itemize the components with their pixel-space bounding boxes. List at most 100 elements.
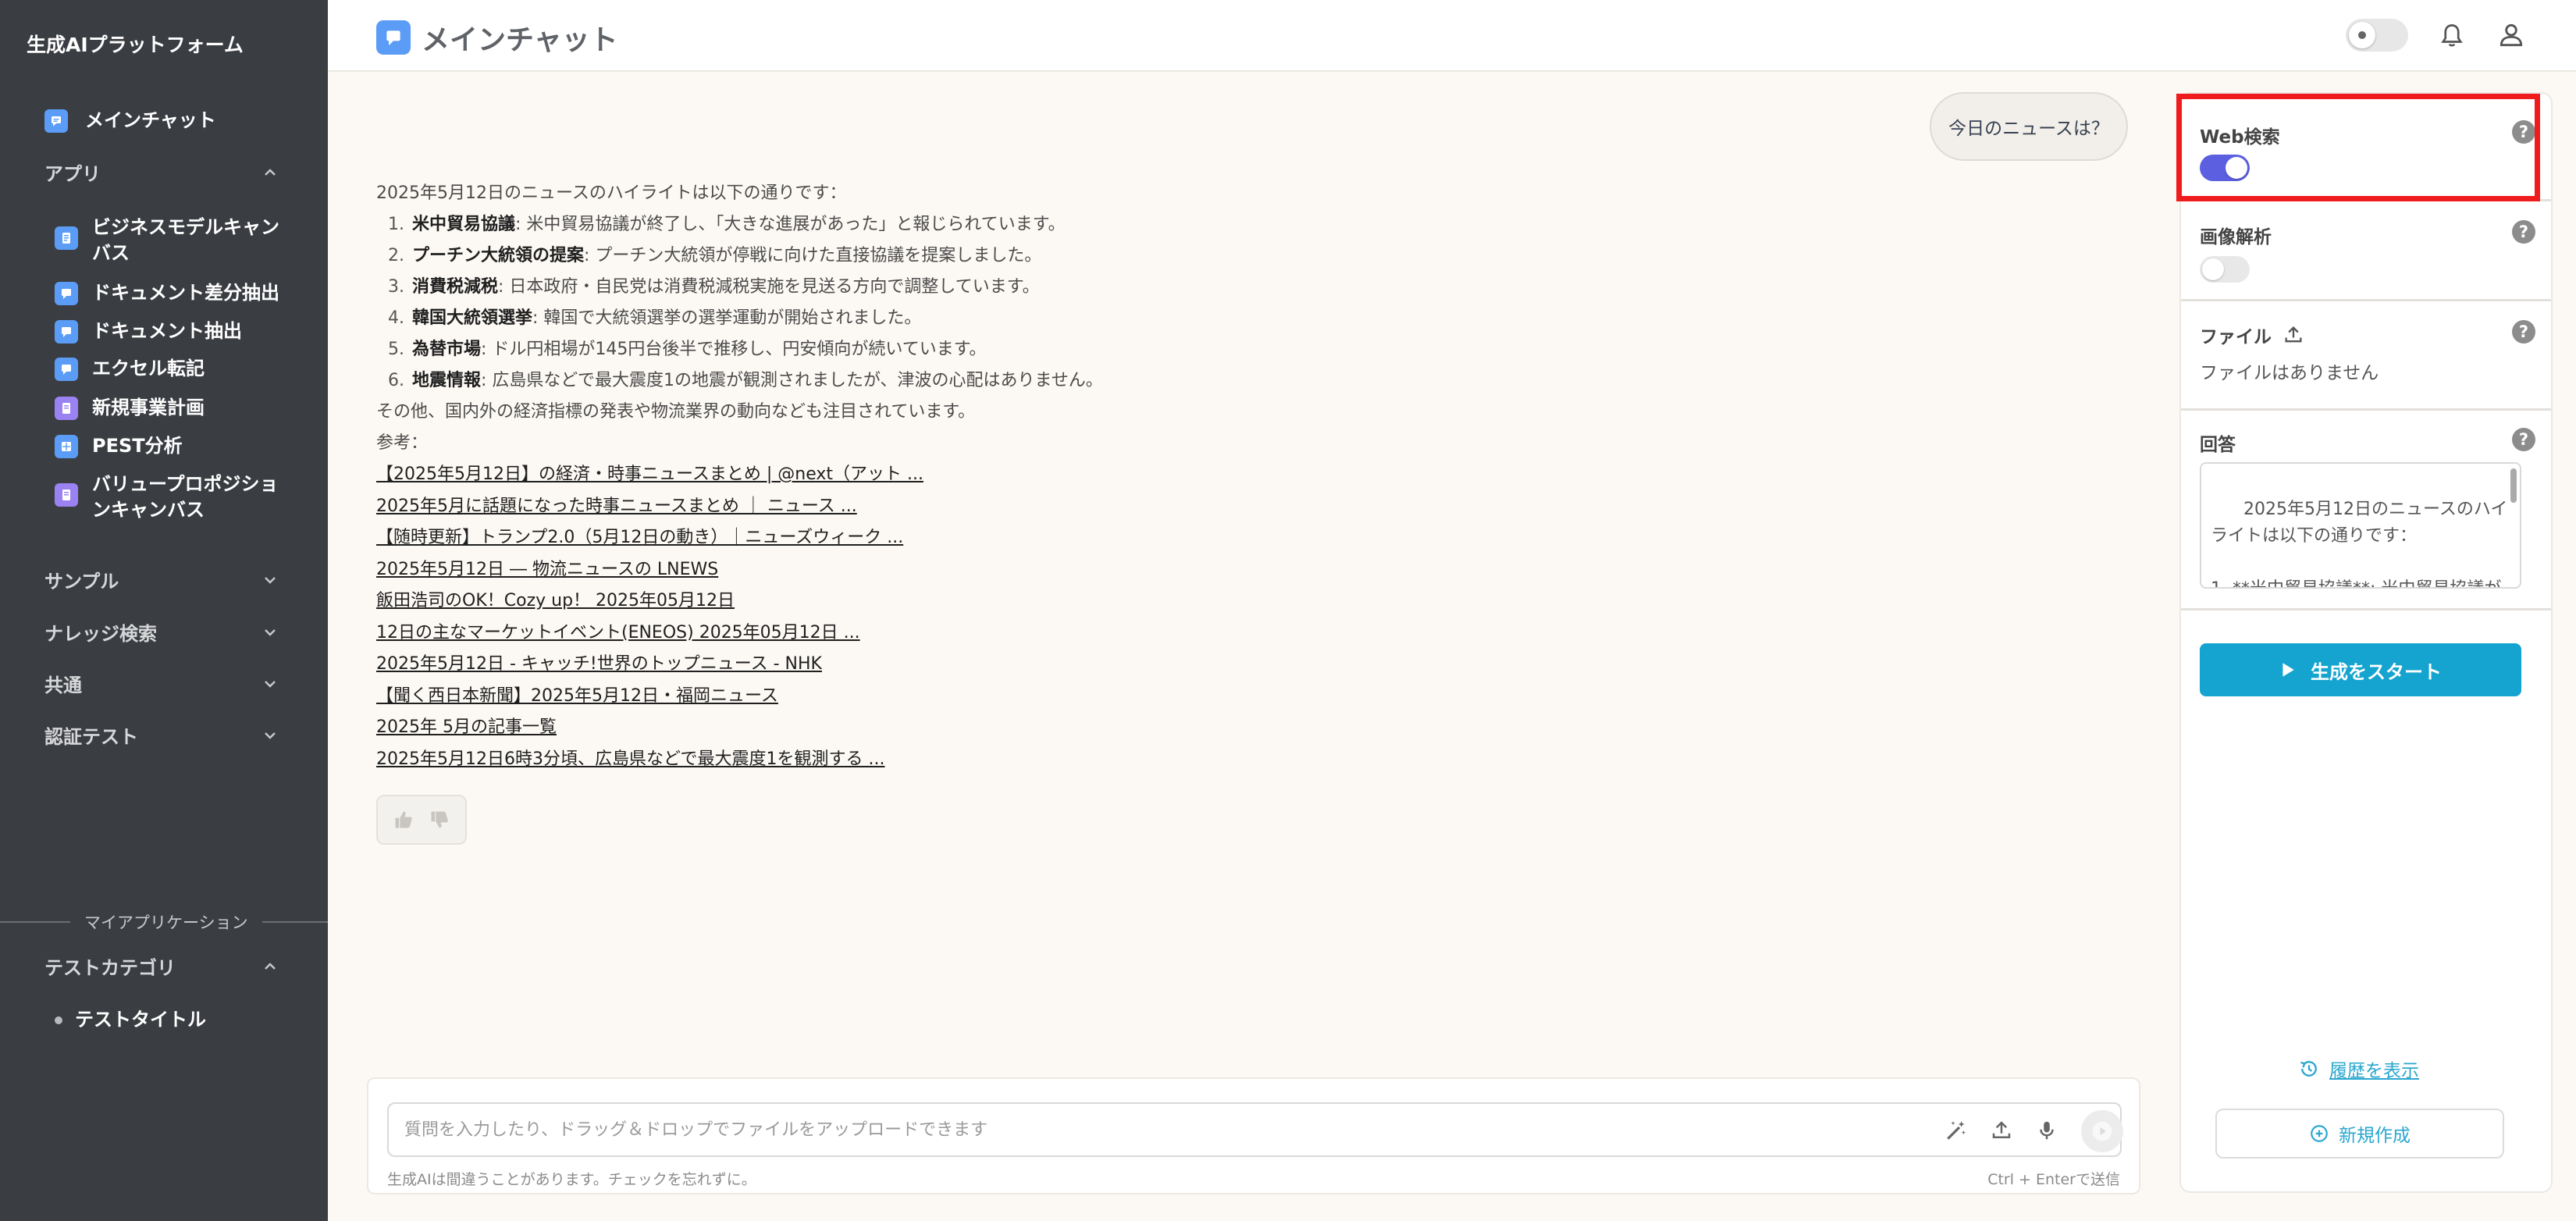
sidebar-item-label: PEST分析 [92, 435, 183, 457]
microphone-icon[interactable] [2033, 1116, 2061, 1144]
help-icon[interactable]: ? [2512, 320, 2535, 344]
file-empty-text: ファイルはありません [2200, 363, 2379, 383]
image-analysis-toggle[interactable] [2200, 256, 2250, 283]
history-icon [2300, 1061, 2317, 1077]
news-list: 1. 米中貿易協議: 米中貿易協議が終了し、「大きな進展があった」と報じられていま… [376, 209, 1547, 397]
bell-icon[interactable] [2438, 22, 2466, 50]
plus-circle-icon [2311, 1125, 2328, 1142]
reference-link[interactable]: 2025年 5月の記事一覧 [376, 712, 1547, 744]
reference-link[interactable]: 飯田浩司のOK！Cozy up！ 2025年05月12日 [376, 586, 1547, 618]
brand-title: 生成AIプラットフォーム [27, 34, 244, 56]
send-button[interactable] [2081, 1110, 2123, 1152]
sidebar-section-test-category[interactable]: テストカテゴリ [44, 952, 279, 980]
sidebar-item-label: テストタイトル [75, 1009, 206, 1031]
start-generation-button[interactable]: 生成をスタート [2200, 643, 2521, 696]
file-section: ファイル ? ファイルはありません [2181, 301, 2551, 411]
sidebar-item-label: ンキャンバス [92, 499, 205, 521]
play-icon [2282, 663, 2294, 677]
user-message: 今日のニュースは？ [1930, 92, 2128, 161]
sidebar-item-label: エクセル転記 [92, 358, 205, 379]
scrollbar[interactable] [2510, 468, 2517, 503]
sidebar-item-excel-transfer[interactable]: エクセル転記 [55, 356, 205, 382]
grid-icon [55, 434, 78, 458]
reference-link[interactable]: 2025年5月12日 - キャッチ!世界のトップニュース - NHK [376, 649, 1547, 681]
sidebar-item-document-extract[interactable]: ドキュメント抽出 [55, 319, 242, 344]
send-shortcut-hint: Ctrl + Enterで送信 [1987, 1171, 2120, 1188]
chat-icon [376, 20, 411, 55]
sidebar-item-label: メインチャット [85, 109, 216, 131]
reference-link[interactable]: 12日の主なマーケットイベント(ENEOS) 2025年05月12日 ... [376, 618, 1547, 650]
sidebar-item-business-model-canvas[interactable]: ビジネスモデルキャン バス [55, 215, 279, 266]
answer-text: 2025年5月12日のニュースのハイライトは以下の通りです： 1. **米中貿易… [2211, 500, 2508, 587]
chevron-up-icon [265, 962, 276, 970]
bullet-icon [55, 1016, 62, 1024]
answer-textarea[interactable]: 2025年5月12日のニュースのハイライトは以下の通りです： 1. **米中貿易… [2200, 462, 2521, 589]
canvas-icon [55, 396, 78, 420]
show-history-link[interactable]: 履歴を表示 [2298, 1055, 2419, 1082]
list-item: 4. 韓国大統領選挙: 韓国で大統領選挙の選挙運動が開始されました。 [388, 308, 922, 328]
my-apps-label: マイアプリケーション [70, 910, 262, 934]
section-label: テストカテゴリ [44, 957, 176, 979]
list-item: 3. 消費税減税: 日本政府・自民党は消費税減税実施を見送る方向で調整しています。 [388, 277, 1040, 297]
theme-toggle[interactable] [2346, 19, 2408, 52]
upload-icon[interactable] [2282, 324, 2304, 346]
image-analysis-section: 画像解析 ? [2181, 201, 2551, 301]
user-icon[interactable] [2496, 20, 2526, 50]
chat-icon [55, 357, 78, 381]
reference-link[interactable]: 2025年5月12日6時3分頃、広島県などで最大震度1を観測する ... [376, 744, 1547, 776]
sidebar-section-apps[interactable]: アプリ [44, 158, 279, 186]
chat-input[interactable] [404, 1115, 1888, 1144]
answer-label: 回答 [2200, 435, 2236, 455]
upload-icon[interactable] [1987, 1116, 2016, 1144]
sidebar-section-samples[interactable]: サンプル [44, 566, 279, 593]
chevron-up-icon [265, 168, 276, 176]
chat-input-field [387, 1102, 2123, 1157]
section-label: 共通 [44, 675, 82, 696]
chat-icon [44, 109, 68, 133]
chat-icon [55, 319, 78, 344]
page-title-text: メインチャット [422, 24, 618, 56]
assistant-message: 2025年5月12日のニュースのハイライトは以下の通りです： 1. 米中貿易協議:… [376, 178, 1547, 775]
new-chat-button[interactable]: 新規作成 [2215, 1109, 2504, 1159]
answer-outro: その他、国内外の経済指標の発表や物流業界の動向なども注目されています。 [376, 402, 976, 422]
file-label: ファイル [2200, 327, 2272, 347]
references-label: 参考： [376, 433, 429, 453]
file-label-row: ファイル [2200, 322, 2304, 348]
sidebar-item-label: バス [92, 242, 130, 264]
chevron-down-icon [265, 576, 276, 584]
list-item: 6. 地震情報: 広島県などで最大震度1の地震が観測されましたが、津波の心配はあり… [388, 371, 1103, 390]
magic-wand-icon[interactable] [1942, 1116, 1970, 1144]
settings-panel: Web検索 ? 画像解析 ? ファイル ? ファイルはありません 回答 ? 20… [2179, 92, 2553, 1193]
sidebar-section-auth-test[interactable]: 認証テスト [44, 721, 279, 749]
disclaimer-text: 生成AIは間違うことがあります。チェックを忘れずに。 [387, 1171, 756, 1188]
sidebar-item-label: バリュープロポジショ [92, 473, 279, 495]
sidebar-section-knowledge-search[interactable]: ナレッジ検索 [44, 618, 279, 646]
section-label: 認証テスト [44, 726, 138, 748]
answer-section: 回答 ? 2025年5月12日のニュースのハイライトは以下の通りです： 1. *… [2181, 411, 2551, 610]
reference-link[interactable]: 【2025年5月12日】の経済・時事ニュースまとめ | @next（アット ..… [376, 459, 1547, 491]
sidebar-item-test-title[interactable]: テストタイトル [55, 1007, 206, 1033]
reference-link[interactable]: 【随時更新】トランプ2.0（5月12日の動き）｜ニューズウィーク ... [376, 522, 1547, 554]
reference-link[interactable]: 2025年5月12日 ― 物流ニュースの LNEWS [376, 554, 1547, 586]
sidebar-item-main-chat[interactable]: メインチャット [44, 108, 216, 133]
sidebar-item-value-proposition-canvas[interactable]: バリュープロポジショ ンキャンバス [55, 472, 279, 523]
sidebar-section-common[interactable]: 共通 [44, 670, 279, 697]
feedback-buttons [376, 795, 467, 845]
sidebar-item-label: ドキュメント差分抽出 [92, 282, 279, 304]
sidebar-item-new-business-plan[interactable]: 新規事業計画 [55, 395, 205, 421]
new-label: 新規作成 [2339, 1126, 2411, 1146]
sidebar-item-pest-analysis[interactable]: PEST分析 [55, 433, 183, 459]
answer-intro: 2025年5月12日のニュースのハイライトは以下の通りです： [376, 183, 847, 203]
thumbs-up-icon[interactable] [393, 809, 415, 831]
help-icon[interactable]: ? [2512, 428, 2535, 451]
sidebar-item-document-diff[interactable]: ドキュメント差分抽出 [55, 280, 279, 306]
chevron-down-icon [265, 628, 276, 636]
list-item: 1. 米中貿易協議: 米中貿易協議が終了し、「大きな進展があった」と報じられていま… [388, 215, 1066, 234]
thumbs-down-icon[interactable] [429, 809, 450, 831]
reference-link[interactable]: 【聞く西日本新聞】2025年5月12日・福岡ニュース [376, 681, 1547, 713]
canvas-icon [55, 483, 78, 507]
sidebar-item-label: ビジネスモデルキャン [92, 216, 279, 238]
help-icon[interactable]: ? [2512, 220, 2535, 244]
reference-link[interactable]: 2025年5月に話題になった時事ニュースまとめ ｜ ニュース ... [376, 491, 1547, 523]
section-label: サンプル [44, 571, 119, 593]
